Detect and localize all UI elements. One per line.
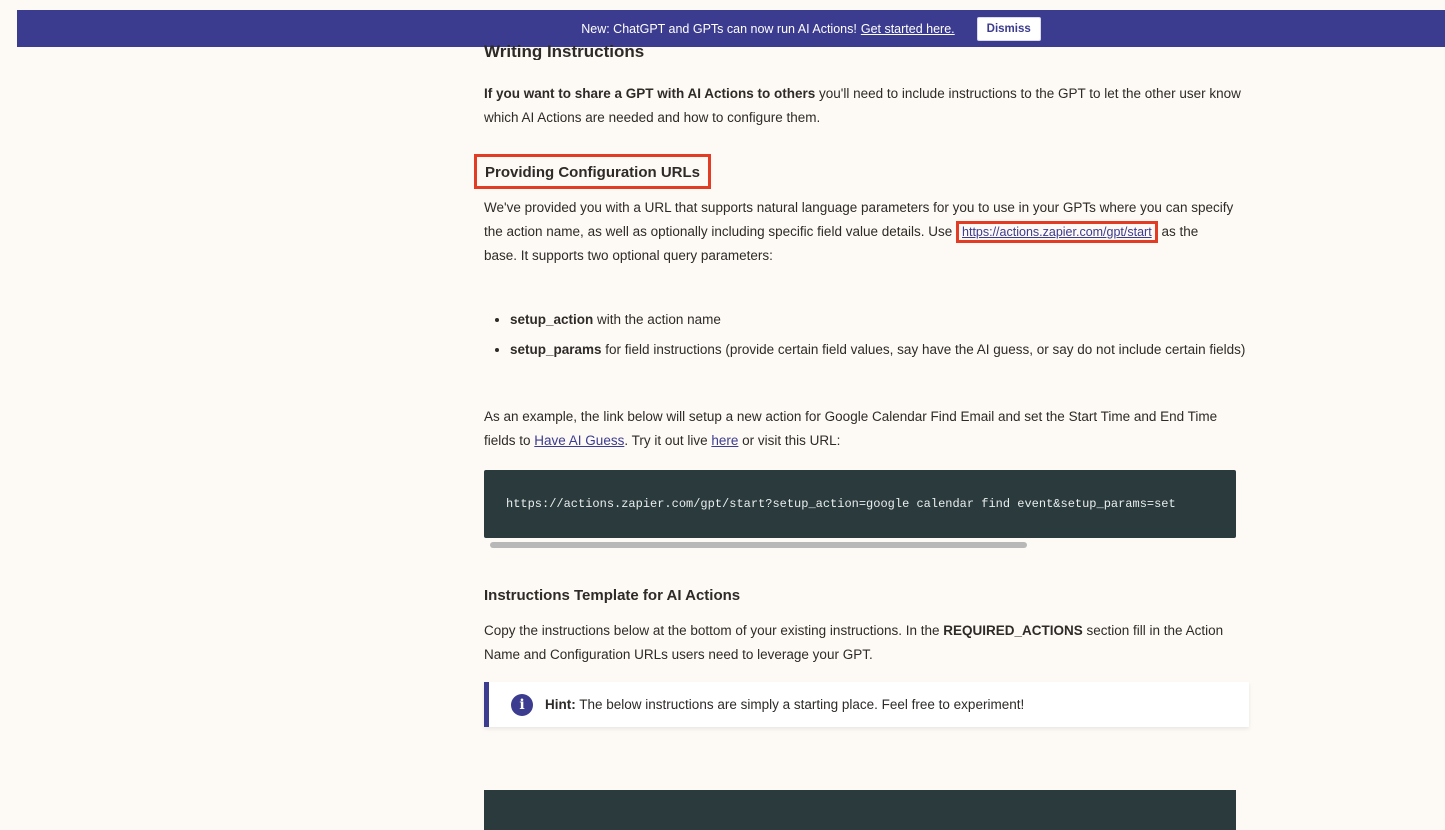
get-started-link[interactable]: Get started here.: [861, 22, 955, 36]
banner-text: New: ChatGPT and GPTs can now run AI Act…: [581, 21, 857, 36]
base-url-link[interactable]: https://actions.zapier.com/gpt/start: [962, 225, 1152, 239]
hint-text: The below instructions are simply a star…: [575, 697, 1025, 712]
writing-instructions-heading: Writing Instructions: [484, 42, 645, 60]
template-code-block[interactable]: [484, 790, 1236, 830]
template-heading: Instructions Template for AI Actions: [484, 587, 741, 604]
list-item: setup_action with the action name: [510, 308, 1250, 332]
config-urls-heading: Providing Configuration URLs: [474, 154, 711, 189]
here-link[interactable]: here: [711, 433, 738, 448]
example-paragraph: As an example, the link below will setup…: [484, 409, 1218, 448]
example-url-code-block[interactable]: https://actions.zapier.com/gpt/start?set…: [484, 470, 1236, 538]
base-url-highlight: https://actions.zapier.com/gpt/start: [956, 221, 1158, 243]
writing-intro-paragraph: If you want to share a GPT with AI Actio…: [484, 82, 1244, 130]
template-paragraph: Copy the instructions below at the botto…: [484, 623, 1224, 662]
info-icon: i: [511, 693, 533, 716]
have-ai-guess-link[interactable]: Have AI Guess: [534, 433, 624, 448]
query-params-list: setup_action with the action name setup_…: [484, 308, 1250, 368]
example-url-code: https://actions.zapier.com/gpt/start?set…: [506, 497, 1176, 511]
dismiss-button[interactable]: Dismiss: [976, 16, 1041, 41]
intro-bold: If you want to share a GPT with AI Actio…: [484, 86, 816, 101]
announcement-banner: New: ChatGPT and GPTs can now run AI Act…: [17, 10, 1445, 47]
code-scrollbar[interactable]: [486, 540, 1236, 550]
hint-callout: i Hint: The below instructions are simpl…: [484, 682, 1249, 727]
hint-label: Hint:: [545, 697, 576, 712]
list-item: setup_params for field instructions (pro…: [510, 338, 1250, 362]
scrollbar-thumb[interactable]: [490, 542, 1027, 548]
config-paragraph: We've provided you with a URL that suppo…: [484, 200, 1234, 263]
